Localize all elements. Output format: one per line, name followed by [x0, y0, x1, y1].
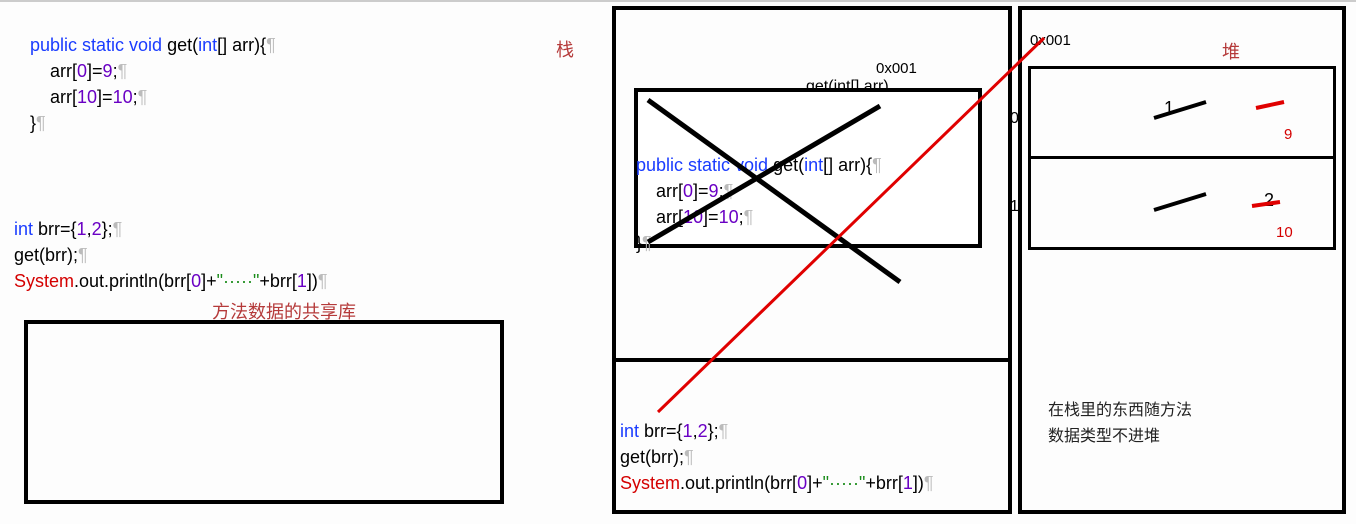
heap-array-divider — [1028, 156, 1336, 159]
heap-index-1: 1 — [1010, 198, 1019, 216]
heap-value-10-new: 10 — [1276, 224, 1293, 241]
code-main-calls: int brr={1,2};¶ get(brr);¶ System.out.pr… — [14, 190, 328, 294]
stack-code-get: public static void get(int[] arr){¶ arr[… — [636, 126, 882, 256]
code-method-def: public static void get(int[] arr){¶ arr[… — [30, 6, 276, 136]
heap-value-1: 1 — [1164, 98, 1174, 119]
stack-address-0x001: 0x001 — [876, 60, 917, 77]
label-heap: 堆 — [1222, 38, 1240, 64]
stack-code-main: int brr={1,2};¶ get(brr);¶ System.out.pr… — [620, 392, 934, 496]
heap-value-9-new: 9 — [1284, 126, 1292, 143]
heap-note: 在栈里的东西随方法 数据类型不进堆 — [1048, 398, 1192, 450]
stack-divider — [616, 358, 1008, 362]
box-shared-pool — [24, 320, 504, 504]
heap-index-0: 0 — [1010, 110, 1019, 128]
heap-value-2: 2 — [1264, 190, 1274, 211]
heap-address-0x001: 0x001 — [1030, 32, 1071, 49]
label-stack: 栈 — [556, 36, 574, 62]
